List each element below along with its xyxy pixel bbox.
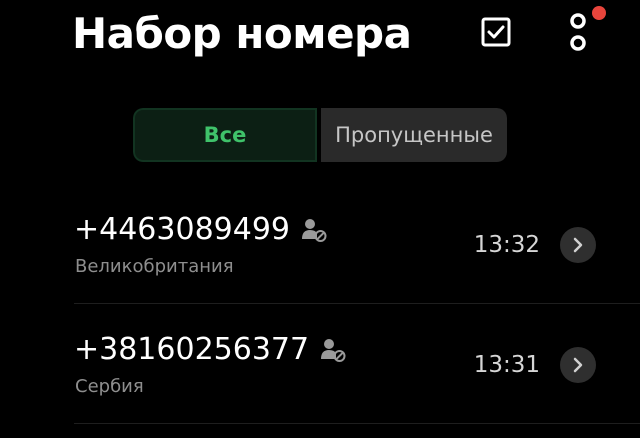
notification-dot bbox=[592, 6, 606, 20]
tab-all[interactable]: Все bbox=[133, 108, 317, 162]
checkbox-select-icon bbox=[481, 17, 511, 47]
call-number-line: +4463089499 bbox=[74, 210, 328, 250]
call-time: 13:31 bbox=[473, 352, 540, 378]
row-divider bbox=[74, 423, 640, 424]
call-country: Сербия bbox=[75, 376, 144, 397]
call-details-button[interactable] bbox=[560, 227, 596, 263]
chevron-right-icon bbox=[573, 357, 583, 373]
unknown-contact-icon bbox=[300, 216, 328, 244]
call-filter-tabs: Все Пропущенные bbox=[133, 108, 507, 162]
chevron-right-icon bbox=[573, 237, 583, 253]
call-details-button[interactable] bbox=[560, 347, 596, 383]
call-time: 13:32 bbox=[473, 232, 540, 258]
tab-missed[interactable]: Пропущенные bbox=[321, 108, 507, 162]
call-country: Великобритания bbox=[75, 256, 234, 277]
call-log-list: +4463089499 Великобритания 13:32 +381602… bbox=[0, 184, 640, 424]
more-vertical-icon bbox=[570, 13, 586, 51]
page-title: Набор номера bbox=[72, 9, 412, 58]
call-log-item[interactable]: +38160256377 Сербия 13:31 bbox=[0, 304, 640, 424]
phone-number: +4463089499 bbox=[74, 212, 291, 247]
call-log-item[interactable]: +4463089499 Великобритания 13:32 bbox=[0, 184, 640, 304]
app-header: Набор номера bbox=[0, 0, 640, 80]
call-number-line: +38160256377 bbox=[74, 330, 347, 370]
phone-number: +38160256377 bbox=[74, 332, 310, 367]
unknown-contact-icon bbox=[319, 336, 347, 364]
select-button[interactable] bbox=[474, 10, 518, 54]
